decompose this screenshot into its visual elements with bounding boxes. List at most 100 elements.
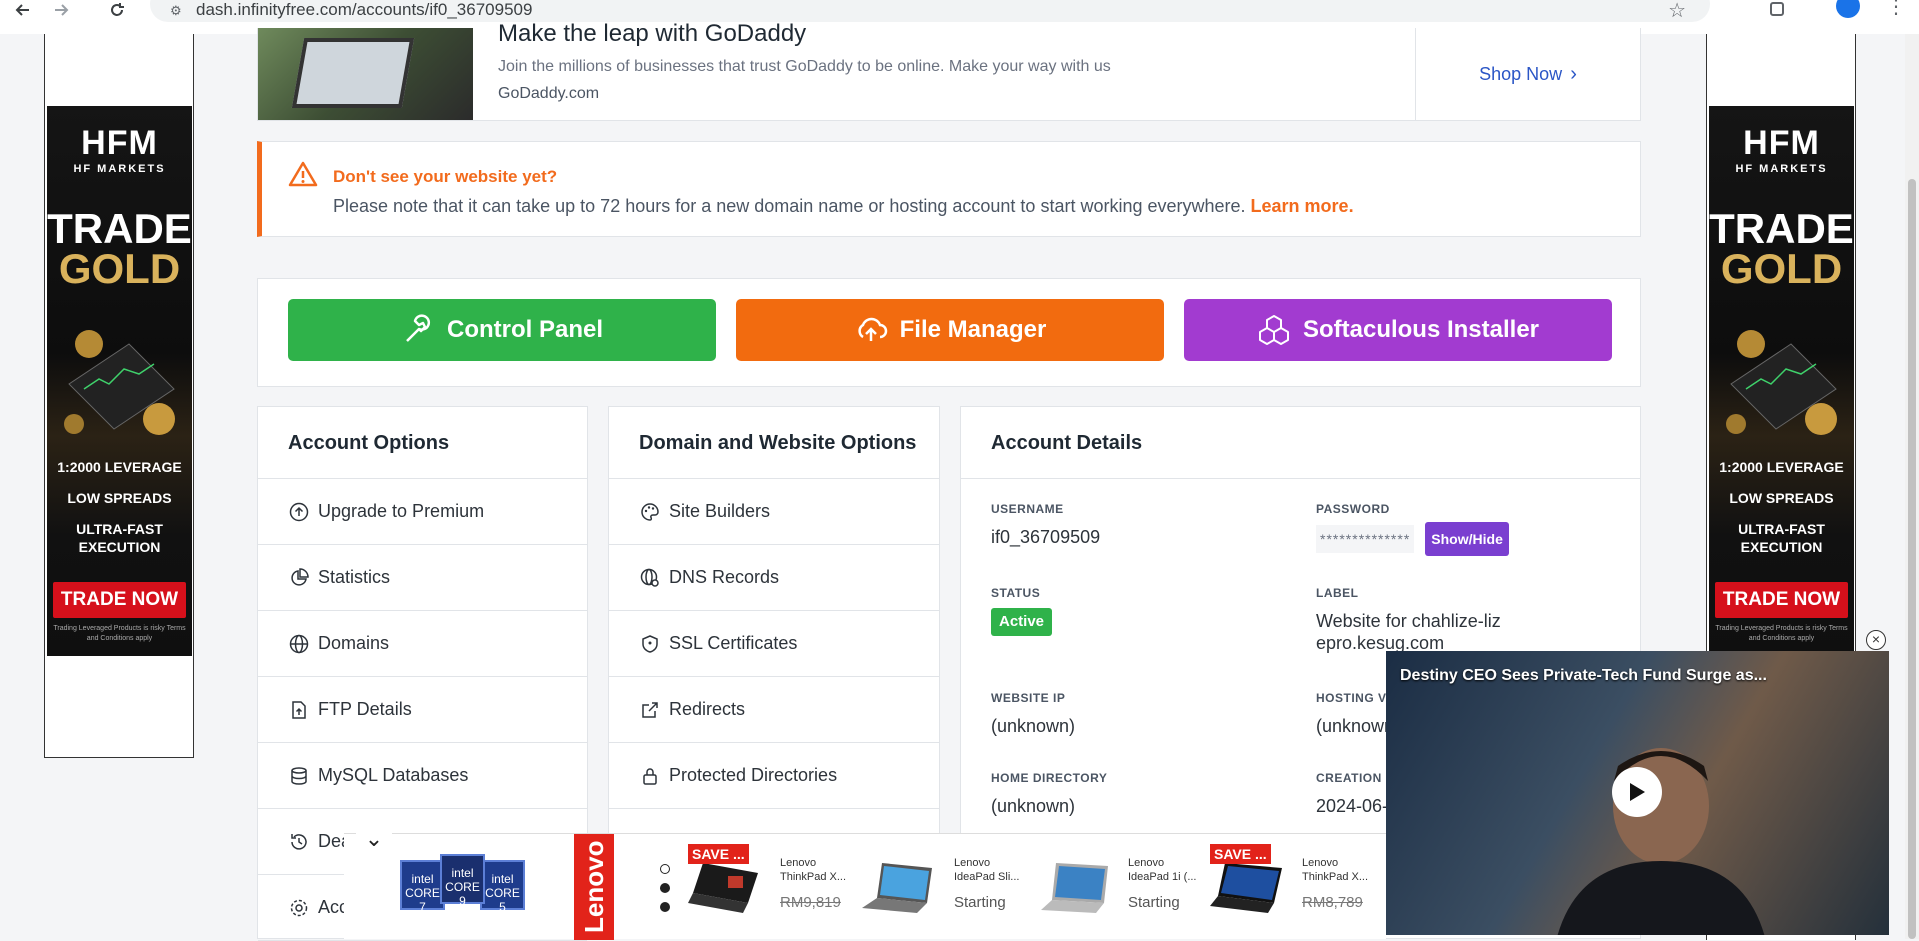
learn-more-link[interactable]: Learn more. bbox=[1251, 196, 1354, 216]
play-button[interactable] bbox=[1612, 767, 1662, 817]
profile-avatar[interactable] bbox=[1836, 0, 1860, 18]
intel-core-7-badge: intel CORE 7 bbox=[400, 860, 445, 914]
username-value: if0_36709509 bbox=[991, 527, 1101, 547]
shield-icon bbox=[639, 633, 661, 655]
godaddy-ad[interactable]: Make the leap with GoDaddy Join the mill… bbox=[257, 20, 1641, 121]
scrollbar-thumb[interactable] bbox=[1908, 179, 1916, 939]
hfm-subtitle: HF MARKETS bbox=[1735, 163, 1828, 175]
godaddy-ad-description: Join the millions of businesses that tru… bbox=[498, 58, 1111, 75]
play-icon bbox=[1630, 783, 1645, 801]
bookmark-star-icon[interactable]: ☆ bbox=[1668, 0, 1686, 23]
hfm-ad-banner-right[interactable]: HFM HF MARKETS TRADE GOLD 1:2000 LEVERAG… bbox=[1709, 106, 1854, 656]
intel-core-5-badge: intel CORE 5 bbox=[480, 860, 525, 914]
statistics-link[interactable]: Statistics bbox=[258, 545, 587, 611]
intel-core-9-badge: intel CORE 9 bbox=[440, 854, 485, 908]
product-card[interactable]: SAVE ... Lenovo ThinkPad X... RM8,789 bbox=[1210, 844, 1380, 934]
product-card[interactable]: Lenovo IdeaPad 1i (... Starting bbox=[1036, 844, 1206, 934]
cloud-upload-icon bbox=[858, 317, 887, 341]
ftp-details-link[interactable]: FTP Details bbox=[258, 677, 587, 743]
browser-menu-icon[interactable]: ⋮ bbox=[1886, 0, 1906, 19]
shop-now-link[interactable]: Shop Now › bbox=[1415, 28, 1640, 120]
gear-icon bbox=[288, 897, 310, 919]
redirects-label: Redirects bbox=[669, 699, 746, 719]
creation-date-field: CREATION D 2024-06- bbox=[1316, 771, 1395, 817]
forward-icon[interactable] bbox=[48, 0, 74, 20]
status-field: STATUS Active bbox=[991, 586, 1053, 636]
page-scrollbar[interactable] bbox=[1905, 34, 1919, 939]
extensions-icon[interactable] bbox=[1768, 0, 1788, 18]
gold-tablet-image bbox=[1726, 330, 1837, 435]
domain-options-title: Domain and Website Options bbox=[609, 407, 939, 479]
video-player[interactable]: Destiny CEO Sees Private-Tech Fund Surge… bbox=[1386, 651, 1889, 935]
home-directory-field: HOME DIRECTORY (unknown) bbox=[991, 771, 1107, 817]
godaddy-ad-title: Make the leap with GoDaddy bbox=[498, 20, 807, 47]
reload-icon[interactable] bbox=[104, 0, 130, 20]
creation-date-value: 2024-06- bbox=[1316, 796, 1389, 816]
label-label: LABEL bbox=[1316, 586, 1359, 600]
ssl-certificates-link[interactable]: SSL Certificates bbox=[609, 611, 939, 677]
close-video-icon[interactable]: × bbox=[1866, 630, 1886, 650]
mysql-databases-label: MySQL Databases bbox=[318, 765, 469, 785]
carousel-dots[interactable] bbox=[660, 864, 670, 921]
product-name: Lenovo ThinkPad X... bbox=[780, 857, 847, 883]
shop-now-label: Shop Now bbox=[1479, 63, 1563, 84]
hfm-ad-banner[interactable]: HFM HF MARKETS TRADE GOLD 1:2000 LEVERAG… bbox=[47, 106, 192, 656]
product-name: Lenovo ThinkPad X... bbox=[1302, 857, 1369, 883]
protected-directories-link[interactable]: Protected Directories bbox=[609, 743, 939, 809]
ad-spreads: LOW SPREADS bbox=[67, 490, 172, 506]
godaddy-ad-domain: GoDaddy.com bbox=[498, 85, 600, 102]
laptop-thumbnail bbox=[1210, 863, 1282, 913]
website-ip-field: WEBSITE IP (unknown) bbox=[991, 691, 1075, 737]
file-manager-button[interactable]: File Manager bbox=[736, 299, 1164, 361]
product-price: RM8,789 bbox=[1302, 894, 1363, 911]
ad-disclaimer: Trading Leveraged Products is risky Term… bbox=[1715, 625, 1848, 642]
file-upload-icon bbox=[288, 699, 310, 721]
trade-now-button[interactable]: TRADE NOW bbox=[53, 582, 186, 618]
username-field: USERNAME if0_36709509 bbox=[991, 502, 1100, 548]
dns-records-link[interactable]: DNS Records bbox=[609, 545, 939, 611]
ad-headline-gold: GOLD bbox=[1720, 245, 1843, 292]
redirects-link[interactable]: Redirects bbox=[609, 677, 939, 743]
upgrade-premium-link[interactable]: Upgrade to Premium bbox=[258, 479, 587, 545]
label-field: LABEL Website for chahlize-lizepro.kesug… bbox=[1316, 586, 1506, 654]
ad-headline-trade: TRADE bbox=[1709, 205, 1854, 252]
chevron-down-icon[interactable]: ⌄ bbox=[356, 826, 392, 851]
domains-link[interactable]: Domains bbox=[258, 611, 587, 677]
mysql-databases-link[interactable]: MySQL Databases bbox=[258, 743, 587, 809]
product-price: RM9,819 bbox=[780, 894, 841, 911]
wrench-icon bbox=[406, 314, 430, 342]
trade-now-button[interactable]: TRADE NOW bbox=[1715, 582, 1848, 618]
softaculous-label: Softaculous Installer bbox=[1302, 316, 1540, 343]
hfm-logo: HFM bbox=[81, 124, 158, 162]
product-card[interactable]: Lenovo IdeaPad Sli... Starting bbox=[862, 844, 1032, 934]
left-side-ad[interactable]: HFM HF MARKETS TRADE GOLD 1:2000 LEVERAG… bbox=[44, 34, 194, 758]
back-icon[interactable] bbox=[10, 0, 36, 20]
hfm-subtitle: HF MARKETS bbox=[73, 163, 166, 175]
laptop-thumbnail bbox=[862, 863, 932, 913]
quick-actions-card: Control Panel File Manager Softaculous I… bbox=[257, 278, 1641, 387]
hosting-volume-field: HOSTING VO (unknown bbox=[1316, 691, 1396, 737]
lenovo-bottom-ad[interactable]: ⌄ intel CORE 7 intel CORE 9 intel CORE 5… bbox=[344, 826, 1386, 940]
dns-globe-icon bbox=[639, 567, 661, 589]
globe-icon bbox=[288, 633, 310, 655]
website-ip-label: WEBSITE IP bbox=[991, 691, 1066, 705]
protected-directories-label: Protected Directories bbox=[669, 765, 838, 785]
site-info-icon[interactable]: ⚙ bbox=[170, 3, 182, 19]
softaculous-installer-button[interactable]: Softaculous Installer bbox=[1184, 299, 1612, 361]
chevron-right-icon: › bbox=[1570, 62, 1577, 85]
home-directory-label: HOME DIRECTORY bbox=[991, 771, 1108, 785]
alert-message: Please note that it can take up to 72 ho… bbox=[333, 196, 1246, 216]
account-options-title: Account Options bbox=[258, 407, 587, 479]
arrow-up-circle-icon bbox=[288, 501, 310, 523]
site-builders-link[interactable]: Site Builders bbox=[609, 479, 939, 545]
product-price: Starting bbox=[954, 894, 1006, 911]
product-card[interactable]: SAVE ... Lenovo ThinkPad X... RM9,819 bbox=[688, 844, 858, 934]
address-bar[interactable]: ⚙ dash.infinityfree.com/accounts/if0_367… bbox=[150, 0, 1710, 22]
lock-icon bbox=[639, 765, 661, 787]
account-details-title: Account Details bbox=[961, 407, 1640, 479]
statistics-label: Statistics bbox=[318, 567, 391, 587]
domains-label: Domains bbox=[318, 633, 390, 653]
show-hide-password-button[interactable]: Show/Hide bbox=[1425, 522, 1509, 556]
control-panel-button[interactable]: Control Panel bbox=[288, 299, 716, 361]
home-directory-value: (unknown) bbox=[991, 796, 1076, 816]
